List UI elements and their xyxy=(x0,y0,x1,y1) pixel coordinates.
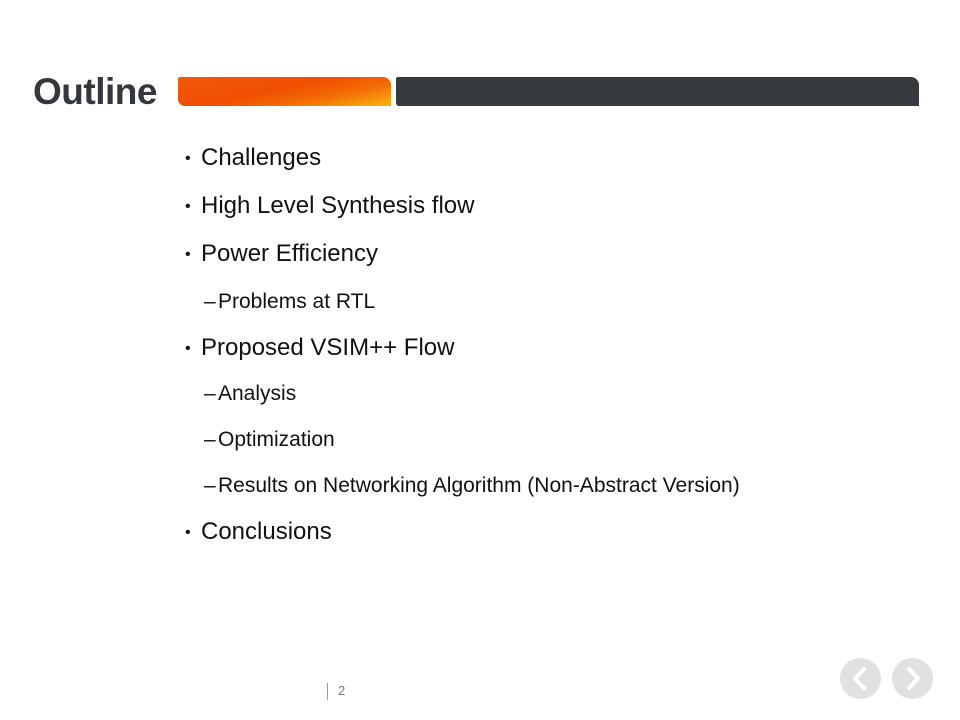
page-number: 2 xyxy=(338,683,346,698)
outline-item-text: Proposed VSIM++ Flow xyxy=(201,334,455,361)
outline-item: • Power Efficiency xyxy=(185,240,378,268)
outline-item: • Proposed VSIM++ Flow xyxy=(185,334,455,362)
chevron-left-icon xyxy=(853,667,866,690)
previous-slide-button[interactable] xyxy=(840,658,881,699)
title-bar-orange xyxy=(178,77,391,106)
bullet-icon: • xyxy=(185,198,191,215)
outline-subitem-text: Analysis xyxy=(218,382,297,405)
outline-item-text: Conclusions xyxy=(201,518,332,545)
outline-item: • High Level Synthesis flow xyxy=(185,192,475,220)
outline-subitem: – Results on Networking Algorithm (Non-A… xyxy=(204,474,740,498)
title-bar-dark xyxy=(396,77,919,106)
outline-subitem: – Optimization xyxy=(204,428,335,452)
dash-icon: – xyxy=(204,290,216,313)
outline-item-text: Challenges xyxy=(201,144,322,171)
chevron-right-icon xyxy=(907,667,920,690)
outline-subitem-text: Problems at RTL xyxy=(218,290,376,313)
outline-item-text: High Level Synthesis flow xyxy=(201,192,475,219)
slide-title: Outline xyxy=(33,71,157,112)
outline-item-text: Power Efficiency xyxy=(201,240,378,267)
outline-item: • Conclusions xyxy=(185,518,332,546)
bullet-icon: • xyxy=(185,340,191,357)
outline-subitem: – Problems at RTL xyxy=(204,290,376,314)
bullet-icon: • xyxy=(185,246,191,263)
outline-subitem-text: Results on Networking Algorithm (Non-Abs… xyxy=(218,474,740,497)
page-number-separator xyxy=(327,683,328,700)
dash-icon: – xyxy=(204,382,216,405)
dash-icon: – xyxy=(204,428,216,451)
next-slide-button[interactable] xyxy=(892,658,933,699)
bullet-icon: • xyxy=(185,524,191,541)
bullet-icon: • xyxy=(185,150,191,167)
outline-subitem: – Analysis xyxy=(204,382,297,406)
dash-icon: – xyxy=(204,474,216,497)
outline-item: • Challenges xyxy=(185,144,322,172)
outline-subitem-text: Optimization xyxy=(218,428,335,451)
